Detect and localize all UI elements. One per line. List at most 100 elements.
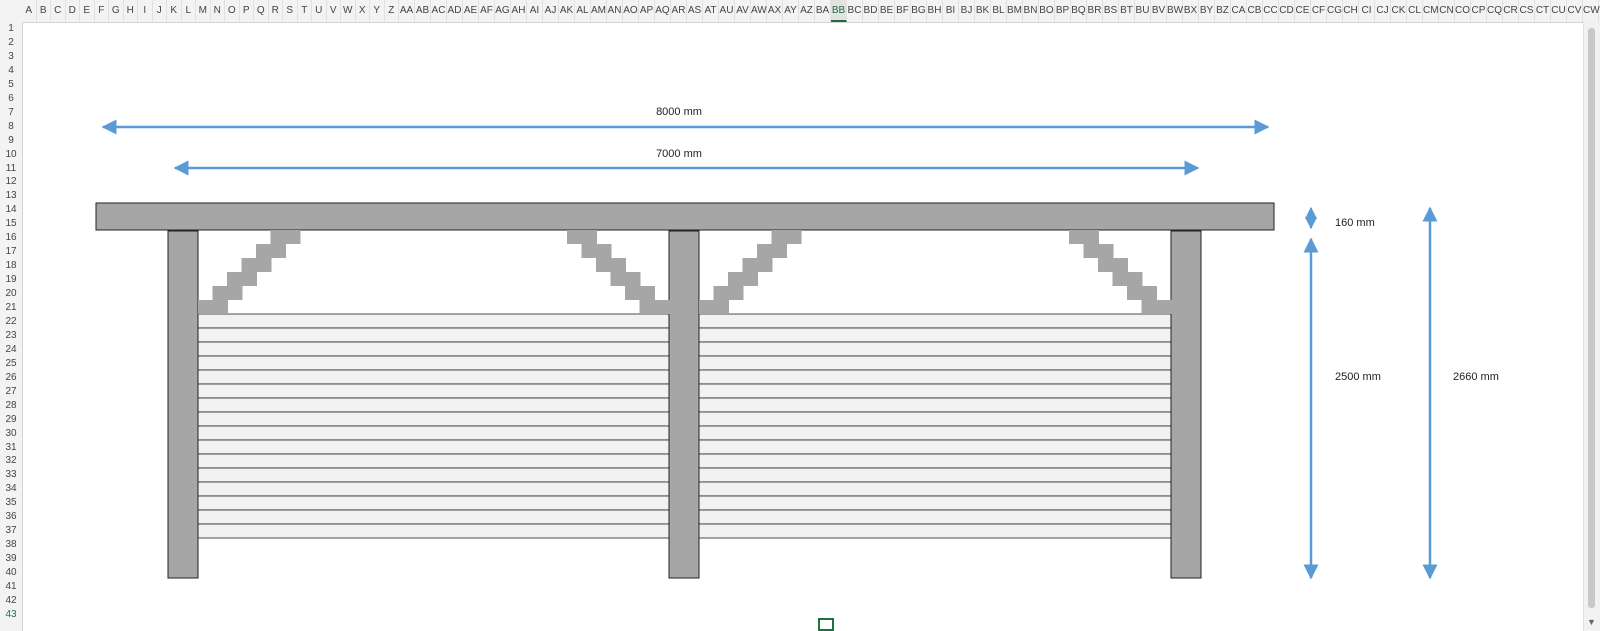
column-header-m[interactable]: M (196, 0, 211, 22)
column-header-bw[interactable]: BW (1167, 0, 1183, 22)
column-header-bp[interactable]: BP (1055, 0, 1071, 22)
column-header-af[interactable]: AF (479, 0, 495, 22)
column-header-cg[interactable]: CG (1327, 0, 1343, 22)
column-header-r[interactable]: R (269, 0, 283, 22)
column-header-bs[interactable]: BS (1103, 0, 1119, 22)
column-header-ch[interactable]: CH (1343, 0, 1359, 22)
column-header-bf[interactable]: BF (895, 0, 911, 22)
column-header-bc[interactable]: BC (847, 0, 863, 22)
row-header-11[interactable]: 11 (0, 162, 22, 176)
column-header-bl[interactable]: BL (991, 0, 1007, 22)
column-header-k[interactable]: K (167, 0, 182, 22)
row-header-35[interactable]: 35 (0, 496, 22, 510)
column-header-av[interactable]: AV (735, 0, 751, 22)
column-header-b[interactable]: B (37, 0, 51, 22)
scrollbar-thumb[interactable] (1588, 28, 1595, 608)
column-header-q[interactable]: Q (254, 0, 269, 22)
column-header-n[interactable]: N (211, 0, 225, 22)
row-header-25[interactable]: 25 (0, 357, 22, 371)
column-header-az[interactable]: AZ (799, 0, 815, 22)
column-header-an[interactable]: AN (607, 0, 623, 22)
row-header-41[interactable]: 41 (0, 580, 22, 594)
column-header-bt[interactable]: BT (1119, 0, 1135, 22)
column-header-au[interactable]: AU (719, 0, 735, 22)
column-header-aw[interactable]: AW (751, 0, 767, 22)
column-header-ao[interactable]: AO (623, 0, 639, 22)
column-header-cp[interactable]: CP (1471, 0, 1487, 22)
row-header-12[interactable]: 12 (0, 175, 22, 189)
column-header-cc[interactable]: CC (1263, 0, 1279, 22)
column-header-ci[interactable]: CI (1359, 0, 1375, 22)
column-header-cd[interactable]: CD (1279, 0, 1295, 22)
row-header-15[interactable]: 15 (0, 217, 22, 231)
column-header-cv[interactable]: CV (1567, 0, 1583, 22)
column-header-br[interactable]: BR (1087, 0, 1103, 22)
column-header-e[interactable]: E (80, 0, 95, 22)
row-header-36[interactable]: 36 (0, 510, 22, 524)
column-header-ba[interactable]: BA (815, 0, 831, 22)
slat-panel-right[interactable] (698, 313, 1172, 539)
row-header-40[interactable]: 40 (0, 566, 22, 580)
column-header-cw[interactable]: CW (1583, 0, 1600, 22)
column-header-ca[interactable]: CA (1231, 0, 1247, 22)
row-header-17[interactable]: 17 (0, 245, 22, 259)
column-header-ce[interactable]: CE (1295, 0, 1311, 22)
row-header-9[interactable]: 9 (0, 134, 22, 148)
column-header-w[interactable]: W (341, 0, 356, 22)
column-header-bi[interactable]: BI (943, 0, 959, 22)
row-header-30[interactable]: 30 (0, 427, 22, 441)
column-header-u[interactable]: U (312, 0, 327, 22)
row-header-3[interactable]: 3 (0, 50, 22, 64)
row-header-16[interactable]: 16 (0, 231, 22, 245)
column-header-ay[interactable]: AY (783, 0, 799, 22)
column-header-x[interactable]: X (356, 0, 370, 22)
column-header-ax[interactable]: AX (767, 0, 783, 22)
post-left[interactable] (167, 230, 199, 579)
column-header-bn[interactable]: BN (1023, 0, 1039, 22)
vertical-scrollbar[interactable]: ▼ (1583, 22, 1600, 631)
column-header-j[interactable]: J (153, 0, 167, 22)
column-header-v[interactable]: V (327, 0, 341, 22)
row-header-14[interactable]: 14 (0, 203, 22, 217)
row-header-28[interactable]: 28 (0, 399, 22, 413)
row-header-42[interactable]: 42 (0, 594, 22, 608)
column-header-cl[interactable]: CL (1407, 0, 1423, 22)
column-header-cu[interactable]: CU (1551, 0, 1567, 22)
column-header-cr[interactable]: CR (1503, 0, 1519, 22)
row-header-19[interactable]: 19 (0, 273, 22, 287)
column-header-bb[interactable]: BB (831, 0, 847, 22)
column-header-bm[interactable]: BM (1007, 0, 1023, 22)
column-header-cq[interactable]: CQ (1487, 0, 1503, 22)
row-header-26[interactable]: 26 (0, 371, 22, 385)
column-header-bo[interactable]: BO (1039, 0, 1055, 22)
row-header-6[interactable]: 6 (0, 92, 22, 106)
column-header-g[interactable]: G (109, 0, 124, 22)
row-header-23[interactable]: 23 (0, 329, 22, 343)
row-header-24[interactable]: 24 (0, 343, 22, 357)
carport-drawing[interactable]: 8000 mm 7000 mm 160 mm 2500 mm 2660 mm (23, 23, 1584, 631)
row-header-1[interactable]: 1 (0, 22, 22, 36)
column-header-ak[interactable]: AK (559, 0, 575, 22)
column-header-ab[interactable]: AB (415, 0, 431, 22)
column-header-c[interactable]: C (51, 0, 66, 22)
row-header-8[interactable]: 8 (0, 120, 22, 134)
row-header-29[interactable]: 29 (0, 413, 22, 427)
column-header-aj[interactable]: AJ (543, 0, 559, 22)
column-header-bz[interactable]: BZ (1215, 0, 1231, 22)
column-header-h[interactable]: H (124, 0, 138, 22)
column-header-ck[interactable]: CK (1391, 0, 1407, 22)
row-header-31[interactable]: 31 (0, 441, 22, 455)
row-header-20[interactable]: 20 (0, 287, 22, 301)
column-header-be[interactable]: BE (879, 0, 895, 22)
column-header-cn[interactable]: CN (1439, 0, 1455, 22)
row-header-18[interactable]: 18 (0, 259, 22, 273)
row-header-32[interactable]: 32 (0, 454, 22, 468)
column-header-l[interactable]: L (182, 0, 196, 22)
column-header-a[interactable]: A (22, 0, 37, 22)
column-header-by[interactable]: BY (1199, 0, 1215, 22)
column-header-cb[interactable]: CB (1247, 0, 1263, 22)
column-header-bg[interactable]: BG (911, 0, 927, 22)
column-header-ai[interactable]: AI (527, 0, 543, 22)
column-header-am[interactable]: AM (591, 0, 607, 22)
column-header-ad[interactable]: AD (447, 0, 463, 22)
